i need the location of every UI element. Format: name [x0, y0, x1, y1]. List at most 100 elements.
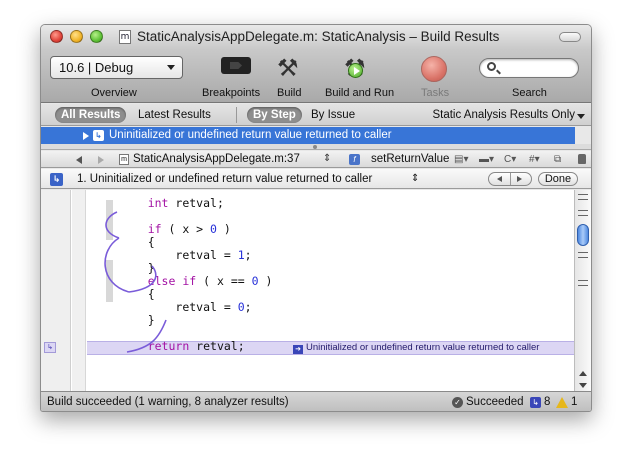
- code-token: retval =: [175, 248, 238, 262]
- chevron-down-icon: [167, 65, 175, 70]
- include-popup[interactable]: #▾: [529, 152, 540, 168]
- disclosure-triangle-icon[interactable]: [83, 132, 89, 140]
- scroll-down-arrow-icon[interactable]: [579, 383, 587, 388]
- code-token: ): [216, 222, 231, 236]
- message-popup[interactable]: 1. Uninitialized or undefined return val…: [77, 169, 372, 189]
- counterpart-icon[interactable]: ⧉: [554, 152, 561, 168]
- toolbar-toggle-button[interactable]: [559, 32, 581, 42]
- next-step-icon[interactable]: [517, 176, 522, 182]
- code-token: {: [147, 235, 155, 249]
- code-token: }: [147, 261, 155, 275]
- code-number: 0: [251, 274, 259, 288]
- code-folding-ribbon[interactable]: [72, 190, 113, 393]
- close-button[interactable]: [50, 30, 63, 43]
- code-editor[interactable]: ↳ int retval; if ( x > 0 ) { retval = 1;…: [41, 190, 591, 393]
- code-line[interactable]: }: [120, 261, 155, 275]
- code-token: ( x ==: [196, 274, 252, 288]
- succeeded-label: Succeeded: [466, 396, 524, 408]
- code-keyword: int: [147, 196, 169, 210]
- result-row-selected[interactable]: ↳ Uninitialized or undefined return valu…: [41, 127, 575, 144]
- file-popup[interactable]: StaticAnalysisAppDelegate.m:37: [133, 151, 300, 167]
- scroll-up-arrow-icon[interactable]: [579, 371, 587, 376]
- class-hierarchy-popup[interactable]: C▾: [504, 152, 516, 168]
- code-keyword: if: [147, 222, 162, 236]
- analyzer-results-icon[interactable]: ↳: [530, 397, 541, 408]
- scope-divider: [236, 107, 237, 123]
- inline-issue-bubble[interactable]: ➜ Uninitialized or undefined return value…: [293, 342, 539, 354]
- code-token: ( x >: [161, 222, 211, 236]
- document-icon: m: [119, 30, 131, 44]
- warning-icon[interactable]: [556, 397, 568, 408]
- code-line[interactable]: int retval;: [120, 196, 224, 210]
- lock-icon[interactable]: [578, 154, 586, 164]
- minimize-button[interactable]: [70, 30, 83, 43]
- vertical-scrollbar[interactable]: [574, 190, 591, 393]
- code-line[interactable]: {: [120, 235, 155, 249]
- breakpoint-menu-icon[interactable]: ▬▾: [479, 152, 494, 168]
- scope-bar: All Results Latest Results By Step By Is…: [41, 104, 591, 126]
- code-line[interactable]: if ( x > 0 ): [120, 222, 231, 236]
- scroll-marker: [578, 194, 588, 200]
- file-popup-updown-icon[interactable]: ⇕: [323, 151, 331, 167]
- fold-region[interactable]: [106, 200, 113, 240]
- scroll-thumb[interactable]: [577, 224, 589, 246]
- code-keyword: else: [147, 274, 176, 288]
- code-line[interactable]: }: [120, 313, 155, 327]
- stop-tasks-icon[interactable]: [421, 56, 447, 82]
- search-field[interactable]: [479, 58, 579, 78]
- results-filter-popup[interactable]: Static Analysis Results Only: [432, 107, 575, 123]
- code-line[interactable]: return retval;: [120, 339, 245, 353]
- bookmarks-icon[interactable]: ▤▾: [454, 152, 468, 168]
- tasks-button[interactable]: Tasks: [421, 87, 449, 99]
- code-keyword: if: [182, 274, 197, 288]
- back-arrow-icon[interactable]: [76, 156, 82, 164]
- class-popup-label: C: [504, 154, 512, 165]
- code-number: 1: [237, 248, 245, 262]
- forward-arrow-icon[interactable]: [98, 156, 104, 164]
- warning-count[interactable]: 1: [571, 392, 577, 411]
- analyzer-marker-icon[interactable]: ↳: [44, 342, 56, 353]
- zoom-button[interactable]: [90, 30, 103, 43]
- by-issue-tab[interactable]: By Issue: [311, 107, 355, 123]
- build-and-run-button[interactable]: Build and Run: [325, 87, 394, 99]
- overview-popup[interactable]: 10.6 | Debug: [50, 56, 183, 79]
- analyzer-results-count[interactable]: 8: [544, 392, 550, 411]
- code-line[interactable]: retval = 1;: [120, 248, 251, 262]
- fold-region[interactable]: [106, 260, 113, 302]
- code-line[interactable]: else if ( x == 0 ): [120, 274, 273, 288]
- message-popup-updown-icon[interactable]: ⇕: [411, 169, 419, 189]
- code-token: ;: [244, 300, 252, 314]
- code-line[interactable]: retval = 0;: [120, 300, 252, 314]
- code-token: retval;: [168, 196, 224, 210]
- overview-popup-value: 10.6 | Debug: [59, 60, 134, 75]
- xcode-window: m StaticAnalysisAppDelegate.m: StaticAna…: [40, 24, 592, 412]
- all-results-tab[interactable]: All Results: [55, 107, 127, 123]
- issue-bubble-icon: ➜: [293, 345, 303, 354]
- chevron-down-icon[interactable]: [577, 114, 585, 119]
- analyzer-step-icon: ↳: [50, 173, 63, 186]
- breakpoints-icon[interactable]: [221, 57, 251, 74]
- status-bar: Build succeeded (1 warning, 8 analyzer r…: [41, 391, 591, 411]
- editor-gutter[interactable]: [41, 190, 71, 393]
- toolbar: 10.6 | Debug Overview Breakpoints ⚒ Buil…: [41, 49, 591, 103]
- previous-step-icon[interactable]: [497, 176, 502, 182]
- split-view-divider[interactable]: [41, 144, 591, 150]
- function-popup[interactable]: setReturnValue: [371, 151, 451, 167]
- done-button[interactable]: Done: [538, 172, 578, 186]
- by-step-tab[interactable]: By Step: [247, 107, 302, 123]
- step-navigation-control[interactable]: [488, 172, 532, 186]
- code-line[interactable]: {: [120, 287, 155, 301]
- search-input[interactable]: [502, 61, 572, 75]
- latest-results-tab[interactable]: Latest Results: [138, 107, 211, 123]
- breakpoints-button[interactable]: Breakpoints: [202, 87, 260, 99]
- analyzer-issue-icon: ↳: [93, 130, 104, 141]
- hammer-icon[interactable]: ⚒: [277, 53, 305, 83]
- build-button[interactable]: Build: [277, 87, 301, 99]
- build-and-run-icon[interactable]: ⚒: [344, 53, 378, 83]
